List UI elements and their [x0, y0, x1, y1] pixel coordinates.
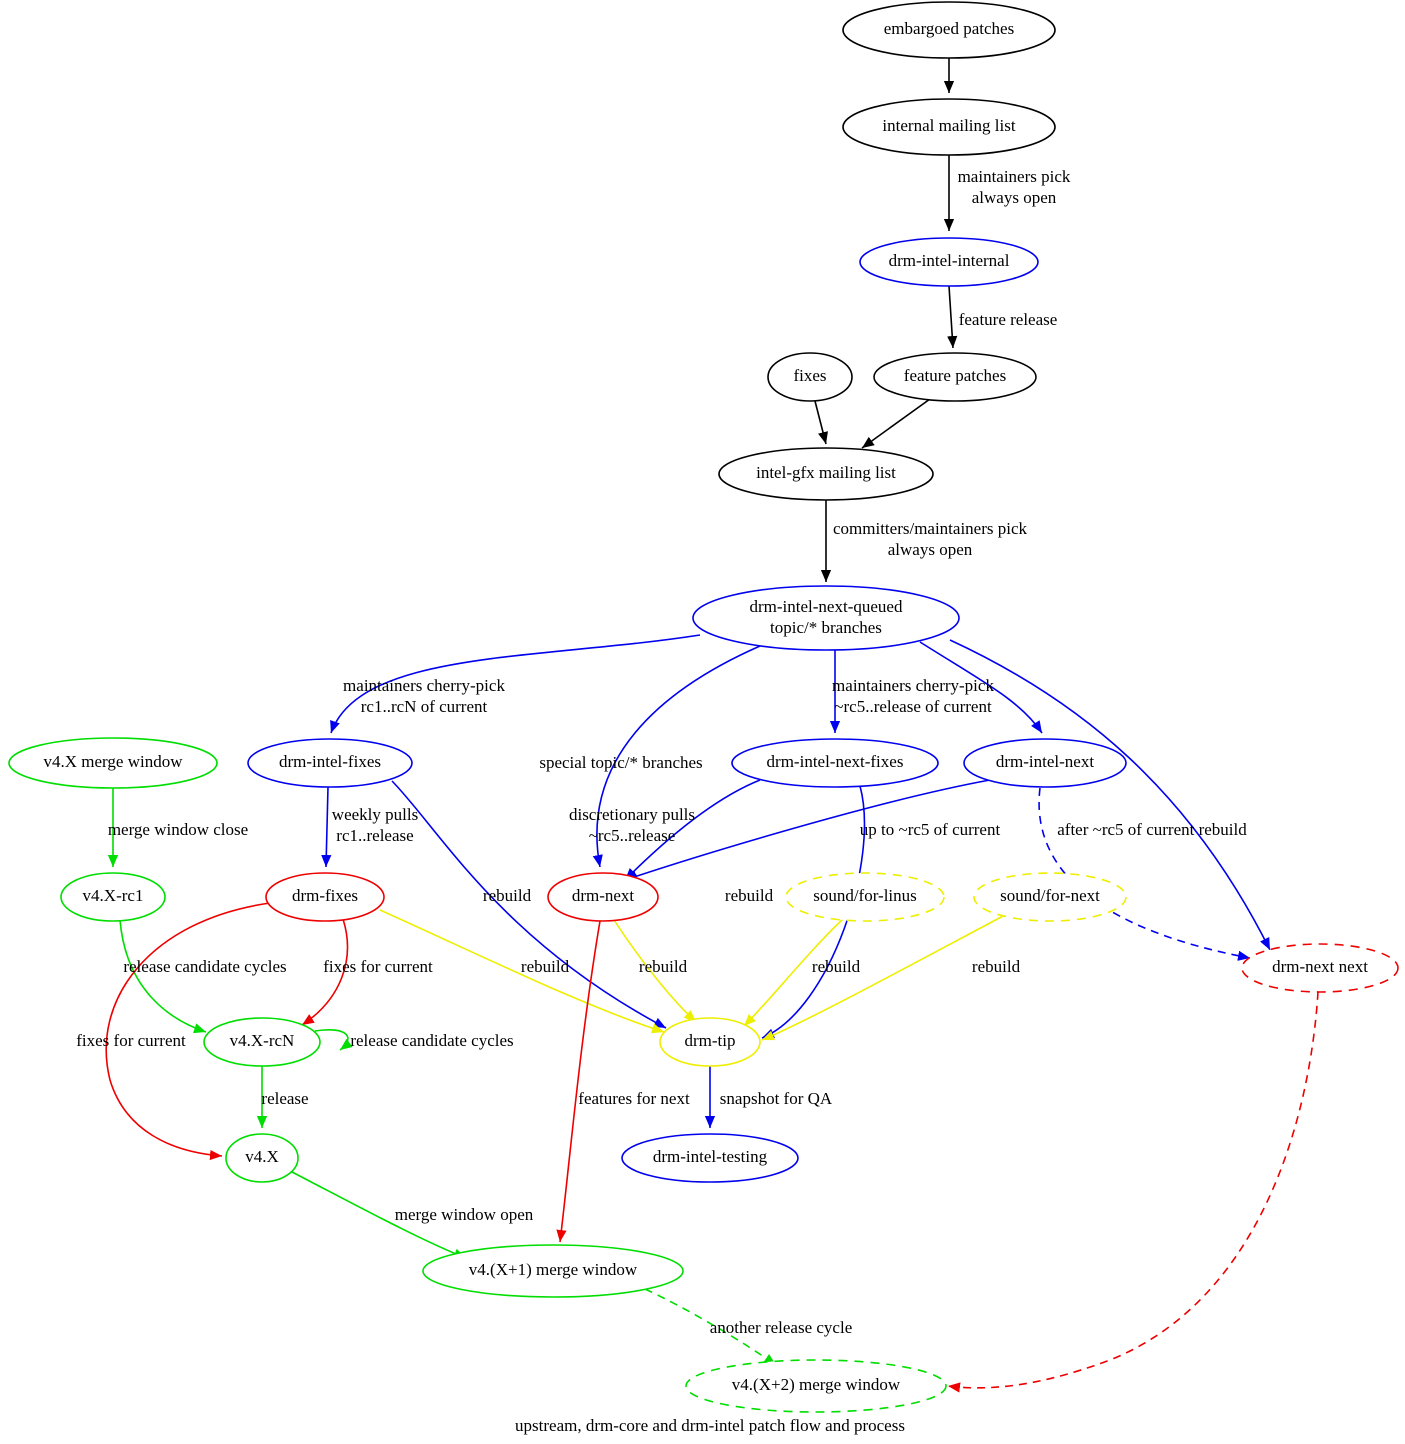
node-embargoed-patches[interactable]: embargoed patches [842, 1, 1056, 59]
node-drm-intel-internal[interactable]: drm-intel-internal [859, 237, 1039, 287]
node-sound-for-next[interactable]: sound/for-next [973, 872, 1127, 922]
node-outline-drm-fixes [265, 872, 385, 922]
node-internal-mailing-list[interactable]: internal mailing list [842, 98, 1056, 156]
node-outline-intel-gfx-mailing-list [718, 447, 934, 501]
edge-v4x1-mw-to-v4x2-mw [644, 1288, 777, 1366]
node-outline-sound-for-linus [785, 872, 945, 922]
node-drm-tip[interactable]: drm-tip [659, 1017, 761, 1067]
node-outline-sound-for-next [973, 872, 1127, 922]
nodes-layer: embargoed patches internal mailing list dr… [8, 1, 1399, 1413]
node-outline-drm-intel-internal [859, 237, 1039, 287]
edge-drm-intel-next-to-drm-next-next [1038, 787, 1251, 961]
edge-label-another-release-cycle: another release cycle [710, 1318, 853, 1337]
node-outline-internal-mailing-list [842, 98, 1056, 156]
node-fixes[interactable]: fixes [767, 352, 853, 402]
edge-feature-to-intel-gfx [861, 398, 931, 449]
node-v4x[interactable]: v4.X [225, 1133, 299, 1183]
node-outline-drm-intel-fixes [247, 738, 413, 788]
edge-drm-intel-next-fixes-to-drm-next [624, 779, 761, 881]
node-v4x-rcn[interactable]: v4.X-rcN [203, 1017, 321, 1067]
node-v4x1-merge-window[interactable]: v4.(X+1) merge window [422, 1244, 684, 1298]
node-outline-v4x-rc1 [60, 872, 166, 922]
edge-label-after-rc5-of-current-rebuild: after ~rc5 of current rebuild [1057, 820, 1247, 839]
node-outline-drm-intel-next-queued [692, 585, 960, 651]
node-outline-drm-tip [659, 1017, 761, 1067]
edge-queued-to-drm-intel-fixes [330, 634, 701, 734]
edge-label-committers-maintainers-pick: committers/maintainers pick always open [833, 519, 1028, 559]
node-outline-fixes [767, 352, 853, 402]
edge-label-merge-window-open: merge window open [395, 1205, 534, 1224]
edge-drm-intel-fixes-to-drm-fixes [321, 786, 332, 868]
edge-label-maintainers-cherry-pick-rc5-release: maintainers cherry-pick ~rc5..release of … [832, 676, 994, 716]
edge-label-special-topic-branches: special topic/* branches [539, 753, 702, 772]
node-drm-fixes[interactable]: drm-fixes [265, 872, 385, 922]
node-outline-v4x2-merge-window [685, 1359, 947, 1413]
edge-drm-intel-internal-to-feature [947, 285, 958, 349]
node-feature-patches[interactable]: feature patches [873, 352, 1037, 402]
edge-drm-fixes-to-drm-tip [379, 909, 665, 1034]
node-drm-next-next[interactable]: drm-next next [1241, 943, 1399, 993]
edge-label-merge-window-close: merge window close [108, 820, 248, 839]
node-outline-v4x1-merge-window [422, 1244, 684, 1298]
edge-label-rebuild-sound-next: rebuild [972, 957, 1021, 976]
edge-label-fixes-for-current-rcn: fixes for current [323, 957, 433, 976]
edge-v4x-rc1-to-rcn [119, 919, 207, 1034]
node-v4x-rc1[interactable]: v4.X-rc1 [60, 872, 166, 922]
edge-label-rebuild-drmfixes: rebuild [521, 957, 570, 976]
node-drm-intel-testing[interactable]: drm-intel-testing [621, 1133, 799, 1183]
node-v4x2-merge-window[interactable]: v4.(X+2) merge window [685, 1359, 947, 1413]
node-outline-drm-next [547, 872, 659, 922]
edge-fixes-to-intel-gfx [814, 400, 828, 445]
patch-flow-diagram: embargoed patches internal mailing list dr… [0, 0, 1405, 1444]
node-outline-drm-intel-next-fixes [731, 738, 939, 788]
edge-label-feature-release: feature release [959, 310, 1058, 329]
edge-label-up-to-rc5-of-current: up to ~rc5 of current [860, 820, 1001, 839]
node-outline-v4x [225, 1133, 299, 1183]
node-intel-gfx-mailing-list[interactable]: intel-gfx mailing list [718, 447, 934, 501]
edge-label-maintainers-pick-always-open: maintainers pick always open [958, 167, 1071, 207]
node-v4x-merge-window[interactable]: v4.X merge window [8, 737, 218, 789]
edge-drm-next-next-to-v4x2-mw [947, 991, 1319, 1393]
edge-label-snapshot-for-qa: snapshot for QA [720, 1089, 833, 1108]
diagram-caption: upstream, drm-core and drm-intel patch f… [515, 1416, 905, 1435]
edge-sound-next-to-drm-tip [761, 914, 1006, 1041]
node-outline-v4x-merge-window [8, 737, 218, 789]
node-drm-intel-next-queued[interactable]: drm-intel-next-queued topic/* branches [692, 585, 960, 651]
node-outline-drm-intel-next [963, 738, 1127, 788]
edge-drm-next-to-v4x1-mw [556, 920, 601, 1243]
edge-label-weekly-pulls-rc1-release: weekly pulls rc1..release [332, 805, 418, 845]
node-outline-embargoed-patches [842, 1, 1056, 59]
edge-drm-fixes-to-rcn [301, 918, 349, 1026]
node-drm-next[interactable]: drm-next [547, 872, 659, 922]
node-outline-drm-next-next [1241, 943, 1399, 993]
node-outline-feature-patches [873, 352, 1037, 402]
edge-label-rebuild-sound-linus: rebuild [812, 957, 861, 976]
edge-label-maintainers-cherry-pick-rc1-rcn: maintainers cherry-pick rc1..rcN of curre… [343, 676, 505, 716]
diagram-canvas: embargoed patches internal mailing list dr… [8, 1, 1399, 1435]
edges-layer [105, 58, 1319, 1393]
edge-sound-linus-to-drm-tip [743, 918, 844, 1027]
edge-label-release-candidate-cycles-2: release candidate cycles [350, 1031, 513, 1050]
edge-label-fixes-for-current-v4x: fixes for current [76, 1031, 186, 1050]
edge-label-release: release [261, 1089, 308, 1108]
node-drm-intel-next-fixes[interactable]: drm-intel-next-fixes [731, 738, 939, 788]
edge-label-rebuild-drmnext-right: rebuild [725, 886, 774, 905]
node-sound-for-linus[interactable]: sound/for-linus [785, 872, 945, 922]
edge-drm-next-to-drm-tip [613, 919, 697, 1023]
node-drm-intel-fixes[interactable]: drm-intel-fixes [247, 738, 413, 788]
node-outline-v4x-rcn [203, 1017, 321, 1067]
edge-label-discretionary-pulls: discretionary pulls ~rc5..release [569, 805, 695, 845]
edge-label-release-candidate-cycles-1: release candidate cycles [123, 957, 286, 976]
edge-v4x-to-v4x1-mw [291, 1171, 467, 1259]
edge-label-features-for-next: features for next [578, 1089, 690, 1108]
node-outline-drm-intel-testing [621, 1133, 799, 1183]
node-drm-intel-next[interactable]: drm-intel-next [963, 738, 1127, 788]
